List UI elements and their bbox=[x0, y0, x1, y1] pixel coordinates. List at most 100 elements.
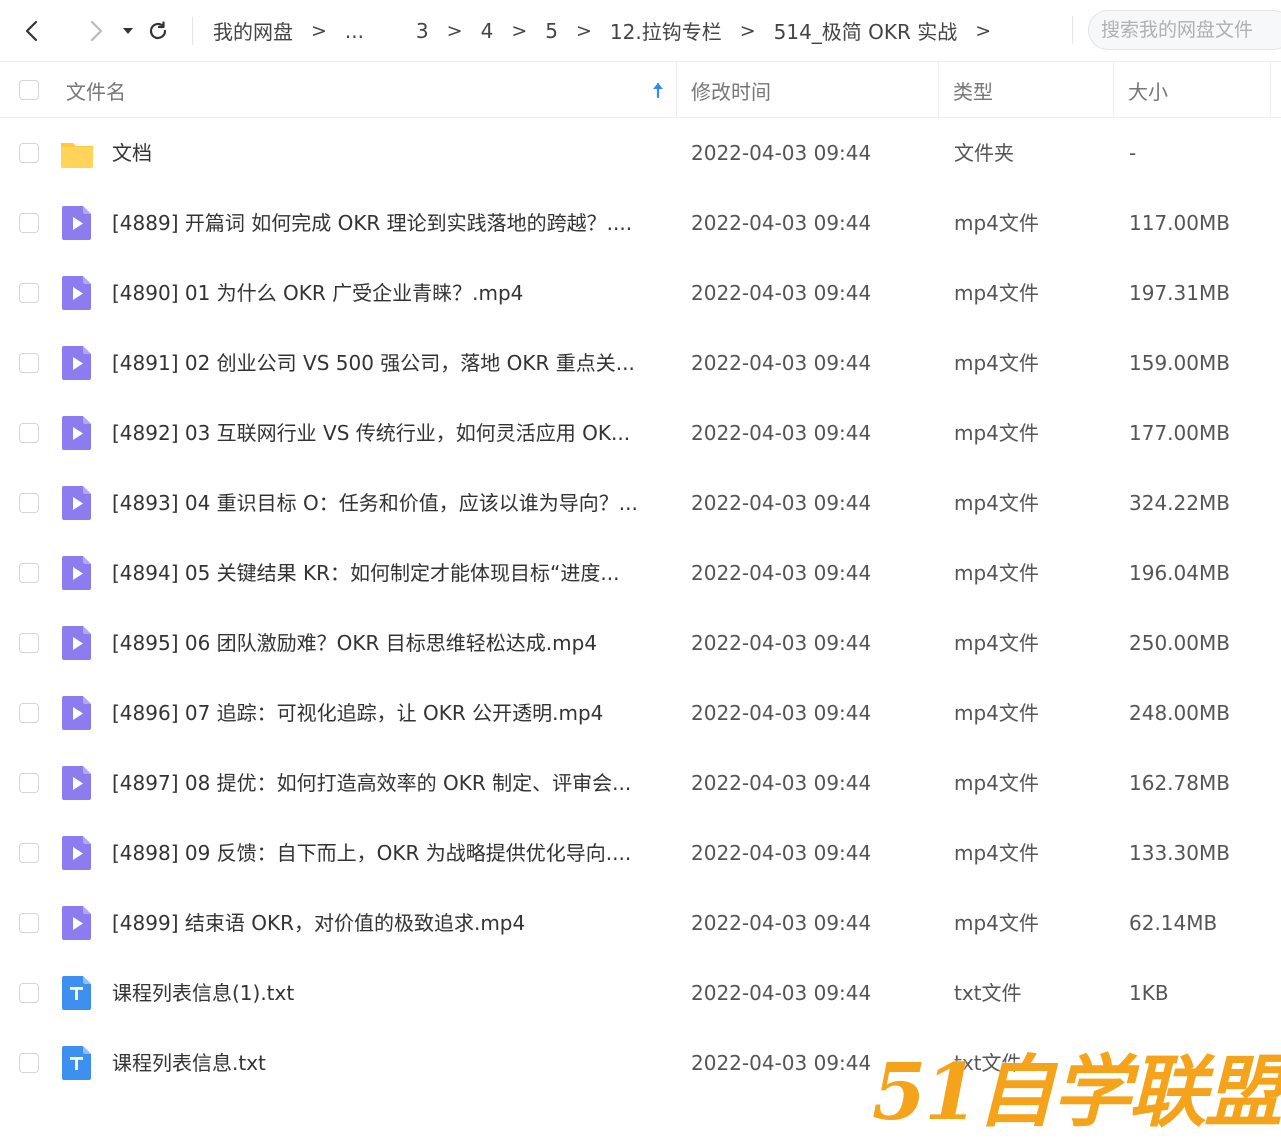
row-checkbox[interactable] bbox=[19, 423, 39, 443]
table-row[interactable]: [4892] 03 互联网行业 VS 传统行业，如何灵活应用 OK... 2022… bbox=[0, 398, 1281, 468]
breadcrumb-folder-4[interactable]: 4 bbox=[479, 19, 496, 43]
row-checkbox[interactable] bbox=[19, 353, 39, 373]
file-modified-time: 2022-04-03 09:44 bbox=[691, 421, 872, 445]
table-row[interactable]: [4896] 07 追踪：可视化追踪，让 OKR 公开透明.mp4 2022-04… bbox=[0, 678, 1281, 748]
breadcrumb-folder-lagou[interactable]: 12.拉钩专栏 bbox=[608, 16, 724, 45]
column-header-name[interactable]: 文件名 bbox=[66, 62, 676, 118]
forward-button[interactable] bbox=[76, 11, 116, 51]
file-modified-time: 2022-04-03 09:44 bbox=[691, 141, 872, 165]
row-checkbox[interactable] bbox=[19, 773, 39, 793]
row-checkbox[interactable] bbox=[19, 633, 39, 653]
table-row[interactable]: [4897] 08 提优：如何打造高效率的 OKR 制定、评审会... 2022-… bbox=[0, 748, 1281, 818]
row-checkbox[interactable] bbox=[19, 703, 39, 723]
file-type: txt文件 bbox=[954, 981, 1022, 1005]
file-type: mp4文件 bbox=[954, 631, 1039, 655]
refresh-button[interactable] bbox=[140, 11, 176, 51]
search-input[interactable] bbox=[1088, 10, 1281, 50]
row-checkbox[interactable] bbox=[19, 913, 39, 933]
table-row[interactable]: [4893] 04 重识目标 O：任务和价值，应该以谁为导向？... 2022-0… bbox=[0, 468, 1281, 538]
file-type: mp4文件 bbox=[954, 771, 1039, 795]
file-type: mp4文件 bbox=[954, 281, 1039, 305]
file-list: 文档 2022-04-03 09:44 文件夹 - [4889] 开篇词 如何完成 OK… bbox=[0, 118, 1281, 1098]
file-name[interactable]: 文档 bbox=[112, 118, 672, 188]
table-row[interactable]: [4898] 09 反馈：自下而上，OKR 为战略提供优化导向.... 2022-… bbox=[0, 818, 1281, 888]
text-file-icon bbox=[60, 975, 94, 1011]
file-size: 324.22MB bbox=[1129, 491, 1230, 515]
table-row[interactable]: [4891] 02 创业公司 VS 500 强公司，落地 OKR 重点关... 2… bbox=[0, 328, 1281, 398]
breadcrumb-current-folder[interactable]: 514_极简 OKR 实战 bbox=[772, 16, 960, 45]
table-row[interactable]: [4889] 开篇词 如何完成 OKR 理论到实践落地的跨越？.... 2022-… bbox=[0, 188, 1281, 258]
file-modified-time: 2022-04-03 09:44 bbox=[691, 281, 872, 305]
row-checkbox[interactable] bbox=[19, 563, 39, 583]
file-name[interactable]: [4897] 08 提优：如何打造高效率的 OKR 制定、评审会... bbox=[112, 748, 672, 818]
file-name[interactable]: 课程列表信息.txt bbox=[112, 1028, 672, 1098]
text-file-icon bbox=[60, 1045, 94, 1081]
file-type: mp4文件 bbox=[954, 911, 1039, 935]
breadcrumb-folder-3[interactable]: 3 bbox=[414, 19, 431, 43]
file-modified-time: 2022-04-03 09:44 bbox=[691, 841, 872, 865]
caret-down-icon bbox=[123, 27, 133, 34]
video-file-icon bbox=[60, 695, 94, 731]
table-row[interactable]: 文档 2022-04-03 09:44 文件夹 - bbox=[0, 118, 1281, 188]
file-size: 177.00MB bbox=[1129, 421, 1230, 445]
row-checkbox[interactable] bbox=[19, 983, 39, 1003]
file-modified-time: 2022-04-03 09:44 bbox=[691, 911, 872, 935]
file-name[interactable]: [4898] 09 反馈：自下而上，OKR 为战略提供优化导向.... bbox=[112, 818, 672, 888]
table-row[interactable]: [4890] 01 为什么 OKR 广受企业青睐？.mp4 2022-04-03 … bbox=[0, 258, 1281, 328]
row-checkbox[interactable] bbox=[19, 283, 39, 303]
history-dropdown-button[interactable] bbox=[116, 11, 140, 51]
column-header-label: 修改时间 bbox=[691, 79, 771, 104]
file-size: 248.00MB bbox=[1129, 701, 1230, 725]
column-divider[interactable] bbox=[676, 62, 677, 118]
row-checkbox[interactable] bbox=[19, 1053, 39, 1073]
table-row[interactable]: 课程列表信息(1).txt 2022-04-03 09:44 txt文件 1KB bbox=[0, 958, 1281, 1028]
breadcrumb-separator: > bbox=[446, 19, 463, 42]
file-type: mp4文件 bbox=[954, 421, 1039, 445]
table-row[interactable]: [4895] 06 团队激励难？OKR 目标思维轻松达成.mp4 2022-04-… bbox=[0, 608, 1281, 678]
file-name[interactable]: [4891] 02 创业公司 VS 500 强公司，落地 OKR 重点关... bbox=[112, 328, 672, 398]
file-type: mp4文件 bbox=[954, 351, 1039, 375]
table-header: 文件名 修改时间 类型 大小 bbox=[0, 62, 1281, 118]
column-divider[interactable] bbox=[938, 62, 939, 118]
breadcrumb-folder-5[interactable]: 5 bbox=[543, 19, 560, 43]
file-name[interactable]: [4892] 03 互联网行业 VS 传统行业，如何灵活应用 OK... bbox=[112, 398, 672, 468]
row-checkbox[interactable] bbox=[19, 213, 39, 233]
column-header-modified[interactable]: 修改时间 bbox=[691, 62, 937, 118]
table-row[interactable]: [4894] 05 关键结果 KR：如何制定才能体现目标“进度... 2022-0… bbox=[0, 538, 1281, 608]
file-modified-time: 2022-04-03 09:44 bbox=[691, 1051, 872, 1075]
video-file-icon bbox=[60, 905, 94, 941]
arrow-up-icon[interactable] bbox=[650, 80, 666, 100]
file-type: mp4文件 bbox=[954, 211, 1039, 235]
column-header-size[interactable]: 大小 bbox=[1128, 62, 1268, 118]
file-size: 159.00MB bbox=[1129, 351, 1230, 375]
video-file-icon bbox=[60, 205, 94, 241]
breadcrumb-my-drive[interactable]: 我的网盘 bbox=[211, 16, 295, 45]
row-checkbox[interactable] bbox=[19, 493, 39, 513]
row-checkbox[interactable] bbox=[19, 843, 39, 863]
watermark: 51自学联盟 bbox=[872, 1047, 1281, 1138]
chevron-left-icon bbox=[25, 20, 38, 41]
file-modified-time: 2022-04-03 09:44 bbox=[691, 211, 872, 235]
breadcrumb-separator: > bbox=[575, 19, 592, 42]
file-name[interactable]: [4894] 05 关键结果 KR：如何制定才能体现目标“进度... bbox=[112, 538, 672, 608]
column-header-type[interactable]: 类型 bbox=[953, 62, 1113, 118]
file-name[interactable]: 课程列表信息(1).txt bbox=[112, 958, 672, 1028]
file-name[interactable]: [4889] 开篇词 如何完成 OKR 理论到实践落地的跨越？.... bbox=[112, 188, 672, 258]
file-size: 1KB bbox=[1129, 981, 1169, 1005]
column-divider[interactable] bbox=[1270, 62, 1271, 118]
file-name[interactable]: [4895] 06 团队激励难？OKR 目标思维轻松达成.mp4 bbox=[112, 608, 672, 678]
file-name[interactable]: [4896] 07 追踪：可视化追踪，让 OKR 公开透明.mp4 bbox=[112, 678, 672, 748]
back-button[interactable] bbox=[12, 11, 52, 51]
file-type: 文件夹 bbox=[954, 141, 1014, 165]
file-name[interactable]: [4899] 结束语 OKR，对价值的极致追求.mp4 bbox=[112, 888, 672, 958]
column-divider[interactable] bbox=[1113, 62, 1114, 118]
breadcrumb-ellipsis[interactable]: ... bbox=[343, 19, 366, 43]
row-checkbox[interactable] bbox=[19, 143, 39, 163]
file-name[interactable]: [4890] 01 为什么 OKR 广受企业青睐？.mp4 bbox=[112, 258, 672, 328]
divider bbox=[1072, 16, 1073, 44]
file-modified-time: 2022-04-03 09:44 bbox=[691, 631, 872, 655]
file-name[interactable]: [4893] 04 重识目标 O：任务和价值，应该以谁为导向？... bbox=[112, 468, 672, 538]
select-all-checkbox[interactable] bbox=[19, 80, 39, 100]
file-size: 196.04MB bbox=[1129, 561, 1230, 585]
table-row[interactable]: [4899] 结束语 OKR，对价值的极致追求.mp4 2022-04-03 09… bbox=[0, 888, 1281, 958]
